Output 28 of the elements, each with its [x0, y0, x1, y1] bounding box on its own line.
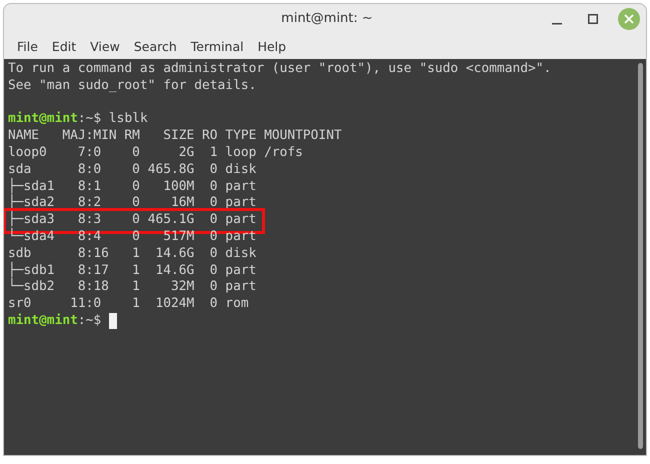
menu-item[interactable]: Search	[126, 38, 184, 54]
prompt-path: :~$	[78, 312, 102, 330]
output-line: loop0 7:0 0 2G 1 loop /rofs	[8, 144, 303, 162]
prompt-user: mint@mint	[8, 111, 78, 128]
output-line: sda 8:0 0 465.8G 0 disk	[8, 162, 258, 178]
menu-item[interactable]: View	[83, 38, 127, 54]
output-line: └─sdb2 8:18 1 32M 0 part	[8, 279, 258, 296]
prompt-path: :~$	[78, 111, 102, 128]
command-text: lsblk	[108, 111, 148, 128]
output-line: sr0 11:0 1 1024M 0 rom	[8, 296, 250, 313]
menu-item[interactable]: File	[10, 38, 45, 54]
output-line: ├─sdb1 8:17 1 14.6G 0 part	[8, 262, 258, 278]
output-line: ├─sda2 8:2 0 16M 0 part	[8, 195, 258, 211]
menu-item[interactable]: Help	[250, 38, 294, 54]
maximize-icon	[588, 14, 598, 24]
window-title: mint@mint: ~	[281, 11, 373, 26]
menu-item[interactable]: Terminal	[184, 38, 251, 54]
scrollbar[interactable]	[638, 63, 643, 449]
output-line: See "man sudo_root" for details.	[8, 78, 256, 95]
prompt-user: mint@mint	[8, 312, 78, 330]
output-line: To run a command as administrator (user "root"), use "sudo <command>".	[8, 61, 552, 78]
output-line: NAME MAJ:MIN RM SIZE RO TYPE MOUNTPOINT	[8, 128, 342, 145]
minimize-icon	[552, 22, 562, 24]
menu-item[interactable]: Edit	[44, 38, 84, 54]
output-line: ├─sda3 8:3 0 465.1G 0 part	[8, 212, 258, 228]
close-icon	[624, 14, 634, 24]
output-line: ├─sda1 8:1 0 100M 0 part	[8, 178, 258, 194]
output-line: sdb 8:16 1 14.6G 0 disk	[8, 246, 258, 262]
